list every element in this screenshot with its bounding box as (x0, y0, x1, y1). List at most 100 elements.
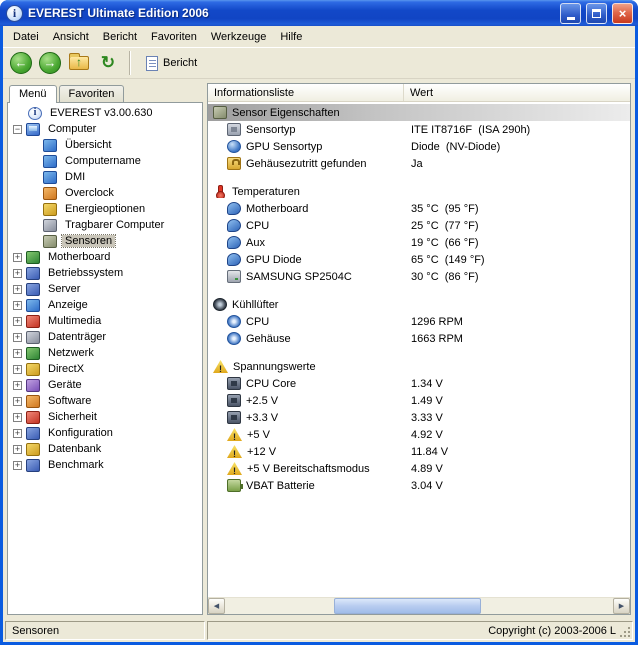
list-row-gpu-diode[interactable]: GPU Diode65 °C (149 °F) (208, 251, 630, 268)
list-row-cpu[interactable]: CPU25 °C (77 °F) (208, 217, 630, 234)
list-cell-label: +12 V (208, 445, 404, 458)
expand-box-icon[interactable]: + (13, 317, 22, 326)
tree-item-energieoptionen[interactable]: Energieoptionen (8, 201, 202, 217)
tree-item-label: Computername (62, 155, 144, 167)
list-item-label: +12 V (247, 446, 276, 458)
title-bar[interactable]: EVEREST Ultimate Edition 2006 × (0, 0, 638, 26)
list-cell-label: CPU (208, 219, 404, 232)
list-row-geh-use[interactable]: Gehäuse1663 RPM (208, 330, 630, 347)
tree-item-betriebssystem[interactable]: +Betriebssystem (8, 265, 202, 281)
list-row-5-v-bereitschaftsmodus[interactable]: +5 V Bereitschaftsmodus4.89 V (208, 460, 630, 477)
list-row-3-3-v[interactable]: +3.3 V3.33 V (208, 409, 630, 426)
expand-box-icon[interactable]: + (13, 461, 22, 470)
list-row-vbat-batterie[interactable]: VBAT Batterie3.04 V (208, 477, 630, 494)
tree-item-dmi[interactable]: DMI (8, 169, 202, 185)
tree-item-server[interactable]: +Server (8, 281, 202, 297)
server-icon (26, 283, 40, 296)
list-row-cpu-core[interactable]: CPU Core1.34 V (208, 375, 630, 392)
list-item-label: Aux (246, 237, 265, 249)
menu-item-favoriten[interactable]: Favoriten (144, 28, 204, 46)
list-row-sensor-eigenschaften[interactable]: Sensor Eigenschaften (208, 104, 630, 121)
column-header-wert[interactable]: Wert (404, 84, 630, 101)
minimize-button[interactable] (560, 3, 581, 24)
list-cell-value: 3.33 V (404, 412, 630, 424)
close-icon: × (619, 7, 627, 20)
scroll-left-button[interactable]: ◀ (208, 598, 225, 614)
expand-box-icon[interactable]: + (13, 365, 22, 374)
list-cell-label: +5 V Bereitschaftsmodus (208, 462, 404, 475)
forward-button[interactable]: → (37, 50, 63, 76)
expand-box-icon[interactable]: + (13, 285, 22, 294)
tree-item-computername[interactable]: Computername (8, 153, 202, 169)
tree-item-computer[interactable]: −Computer (8, 121, 202, 137)
scroll-right-button[interactable]: ▶ (613, 598, 630, 614)
tree-item-benchmark[interactable]: +Benchmark (8, 457, 202, 473)
tree-item-konfiguration[interactable]: +Konfiguration (8, 425, 202, 441)
column-header-informationsliste[interactable]: Informationsliste (208, 84, 404, 101)
list-row-samsung-sp2504c[interactable]: SAMSUNG SP2504C30 °C (86 °F) (208, 268, 630, 285)
menu-item-hilfe[interactable]: Hilfe (273, 28, 309, 46)
tree-item-datenbank[interactable]: +Datenbank (8, 441, 202, 457)
tree-item-multimedia[interactable]: +Multimedia (8, 313, 202, 329)
collapse-box-icon[interactable]: − (13, 125, 22, 134)
menu-item-ansicht[interactable]: Ansicht (46, 28, 96, 46)
list-row-5-v[interactable]: +5 V4.92 V (208, 426, 630, 443)
tab-menu[interactable]: Menü (9, 85, 57, 103)
list-cell-label: Sensor Eigenschaften (208, 106, 404, 119)
close-button[interactable]: × (612, 3, 633, 24)
list-cell-value: 1663 RPM (404, 333, 630, 345)
scroll-track[interactable] (225, 598, 613, 614)
report-button[interactable]: Bericht (139, 53, 204, 74)
menu-item-werkzeuge[interactable]: Werkzeuge (204, 28, 273, 46)
list-row-temperaturen[interactable]: Temperaturen (208, 183, 630, 200)
refresh-button[interactable]: ↻ (95, 50, 121, 76)
tree-item-sicherheit[interactable]: +Sicherheit (8, 409, 202, 425)
resize-grip-icon[interactable] (619, 626, 632, 639)
expand-box-icon[interactable]: + (13, 333, 22, 342)
tree-item-anzeige[interactable]: +Anzeige (8, 297, 202, 313)
tree-item-motherboard[interactable]: +Motherboard (8, 249, 202, 265)
expand-box-icon[interactable]: + (13, 413, 22, 422)
list-row-sensortyp[interactable]: SensortypITE IT8716F (ISA 290h) (208, 121, 630, 138)
expand-box-icon[interactable]: + (13, 269, 22, 278)
expand-box-icon[interactable]: + (13, 429, 22, 438)
list-row-geh-usezutritt-gefunden[interactable]: Gehäusezutritt gefundenJa (208, 155, 630, 172)
list-row-2-5-v[interactable]: +2.5 V1.49 V (208, 392, 630, 409)
tab-favoriten[interactable]: Favoriten (59, 85, 125, 102)
menu-item-bericht[interactable]: Bericht (96, 28, 144, 46)
list-row-cpu[interactable]: CPU1296 RPM (208, 313, 630, 330)
maximize-button[interactable] (586, 3, 607, 24)
back-button[interactable]: ← (8, 50, 34, 76)
tree-item-ger-te[interactable]: +Geräte (8, 377, 202, 393)
h-scrollbar[interactable]: ◀ ▶ (208, 597, 630, 614)
list-item-label: Spannungswerte (233, 361, 316, 373)
list-row-spannungswerte[interactable]: Spannungswerte (208, 358, 630, 375)
tree-item-netzwerk[interactable]: +Netzwerk (8, 345, 202, 361)
tree-item-bersicht[interactable]: Übersicht (8, 137, 202, 153)
expand-box-icon[interactable]: + (13, 445, 22, 454)
scroll-thumb[interactable] (334, 598, 481, 614)
tree-item-label: DirectX (45, 363, 87, 375)
expand-box-icon[interactable]: + (13, 397, 22, 406)
list-row-k-hll-fter[interactable]: Kühllüfter (208, 296, 630, 313)
list-item-label: CPU (246, 220, 269, 232)
expand-box-icon[interactable]: + (13, 253, 22, 262)
menu-item-datei[interactable]: Datei (6, 28, 46, 46)
list-row-gpu-sensortyp[interactable]: GPU SensortypDiode (NV-Diode) (208, 138, 630, 155)
list-row-12-v[interactable]: +12 V11.84 V (208, 443, 630, 460)
tree-item-everest-v3-00-630[interactable]: EVEREST v3.00.630 (8, 105, 202, 121)
tree-item-datentr-ger[interactable]: +Datenträger (8, 329, 202, 345)
expand-box-icon[interactable]: + (13, 349, 22, 358)
list-header: Informationsliste Wert (208, 84, 630, 102)
expand-box-icon[interactable]: + (13, 301, 22, 310)
up-folder-button[interactable] (66, 50, 92, 76)
tree-item-software[interactable]: +Software (8, 393, 202, 409)
tree-item-tragbarer-computer[interactable]: Tragbarer Computer (8, 217, 202, 233)
tree-item-directx[interactable]: + DirectX (8, 361, 202, 377)
expand-box-icon[interactable]: + (13, 381, 22, 390)
tree-item-overclock[interactable]: Overclock (8, 185, 202, 201)
list-row-motherboard[interactable]: Motherboard35 °C (95 °F) (208, 200, 630, 217)
tree-item-sensoren[interactable]: Sensoren (8, 233, 202, 249)
left-panel: Menü Favoriten EVEREST v3.00.630−Compute… (7, 83, 203, 615)
list-row-aux[interactable]: Aux19 °C (66 °F) (208, 234, 630, 251)
